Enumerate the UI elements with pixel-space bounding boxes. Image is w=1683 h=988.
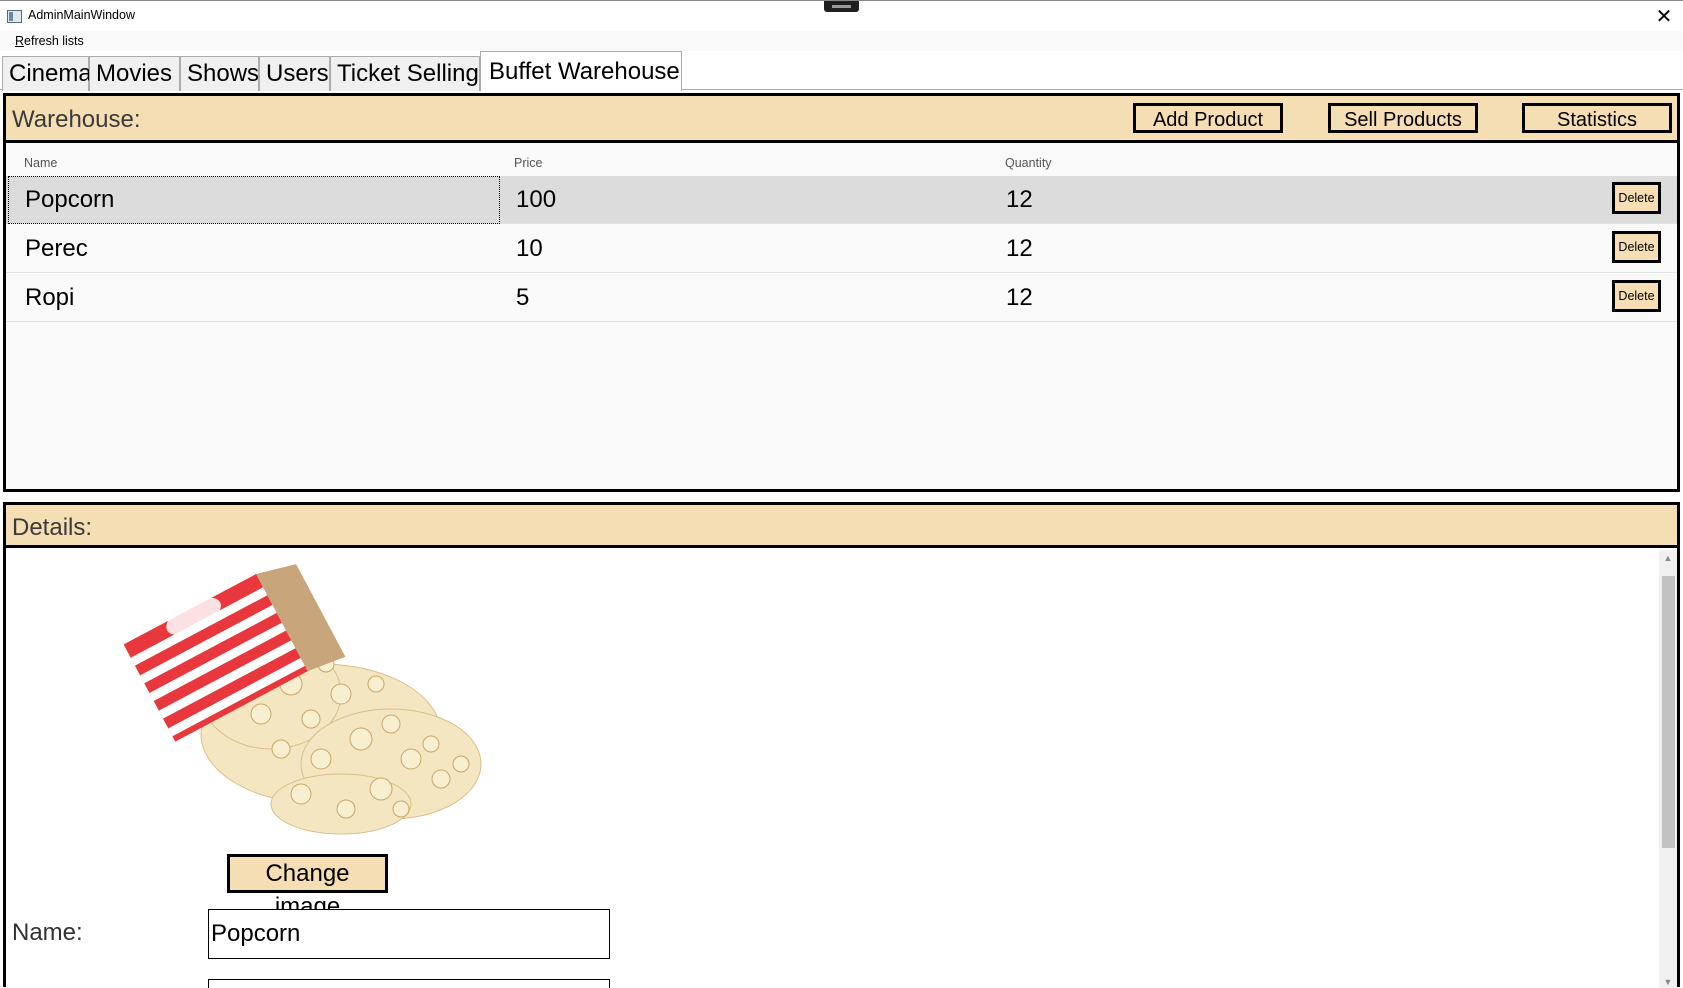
- details-title: Details:: [12, 514, 93, 541]
- tab-cinema[interactable]: Cinema: [2, 56, 92, 91]
- cell-price: 5: [516, 284, 530, 311]
- warehouse-header: Warehouse: Add Product Sell Products Sta…: [6, 96, 1677, 143]
- scroll-thumb[interactable]: [1662, 576, 1675, 848]
- menu-item-refresh-lists[interactable]: Refresh lists: [15, 34, 84, 48]
- delete-button[interactable]: Delete: [1612, 182, 1661, 214]
- app-window-icon: [7, 10, 22, 23]
- column-header-quantity[interactable]: Quantity: [1005, 156, 1052, 170]
- table-row[interactable]: Perec 10 12 Delete: [6, 225, 1677, 273]
- cell-name: Ropi: [25, 284, 75, 311]
- details-header: Details:: [6, 505, 1677, 548]
- details-panel: Details: Change image Name: Popcorn ▲ ▼: [3, 502, 1680, 988]
- tab-ticket-selling[interactable]: Ticket Selling: [330, 56, 480, 91]
- popcorn-image: [91, 554, 531, 844]
- table-row[interactable]: Popcorn 100 12 Delete: [6, 176, 1677, 224]
- add-product-button[interactable]: Add Product: [1133, 103, 1283, 133]
- delete-button[interactable]: Delete: [1612, 231, 1661, 263]
- tab-shows[interactable]: Shows: [180, 56, 259, 91]
- refresh-mnemonic: R: [15, 34, 25, 48]
- tab-users[interactable]: Users: [259, 56, 330, 91]
- cell-price: 10: [516, 235, 543, 262]
- scroll-up-icon[interactable]: ▲: [1659, 550, 1677, 566]
- close-icon[interactable]: ✕: [1650, 5, 1678, 29]
- scroll-down-icon[interactable]: ▼: [1659, 974, 1677, 988]
- menu-bar: Refresh lists: [0, 31, 1683, 51]
- cell-name: Popcorn: [25, 186, 115, 213]
- cell-quantity: 12: [1006, 284, 1033, 311]
- products-grid[interactable]: Name Price Quantity Popcorn 100 12 Delet…: [6, 143, 1677, 489]
- name-field[interactable]: [208, 909, 610, 959]
- title-bar[interactable]: AdminMainWindow ✕: [0, 0, 1683, 31]
- window-title: AdminMainWindow: [28, 8, 135, 22]
- cell-quantity: 12: [1006, 235, 1033, 262]
- refresh-label: efresh lists: [24, 34, 84, 48]
- name-label: Name:: [12, 919, 83, 946]
- warehouse-panel: Warehouse: Add Product Sell Products Sta…: [3, 93, 1680, 492]
- cell-price: 100: [516, 186, 557, 213]
- drag-handle[interactable]: [824, 1, 859, 12]
- sell-products-button[interactable]: Sell Products: [1328, 103, 1478, 133]
- column-header-name[interactable]: Name: [24, 156, 57, 170]
- statistics-button[interactable]: Statistics: [1522, 103, 1672, 133]
- change-image-button[interactable]: Change image: [227, 854, 388, 920]
- tab-movies[interactable]: Movies: [89, 56, 180, 91]
- details-scrollbar[interactable]: ▲ ▼: [1659, 550, 1677, 988]
- cell-name: Perec: [25, 235, 88, 262]
- tab-strip: Cinema Movies Shows Users Ticket Selling…: [0, 51, 1683, 91]
- next-field[interactable]: [208, 979, 610, 988]
- cell-quantity: 12: [1006, 186, 1033, 213]
- delete-button[interactable]: Delete: [1612, 280, 1661, 312]
- warehouse-title: Warehouse:: [12, 106, 141, 133]
- column-header-price[interactable]: Price: [514, 156, 542, 170]
- tab-buffet-warehouse[interactable]: Buffet Warehouse: [480, 51, 682, 91]
- table-row[interactable]: Ropi 5 12 Delete: [6, 274, 1677, 322]
